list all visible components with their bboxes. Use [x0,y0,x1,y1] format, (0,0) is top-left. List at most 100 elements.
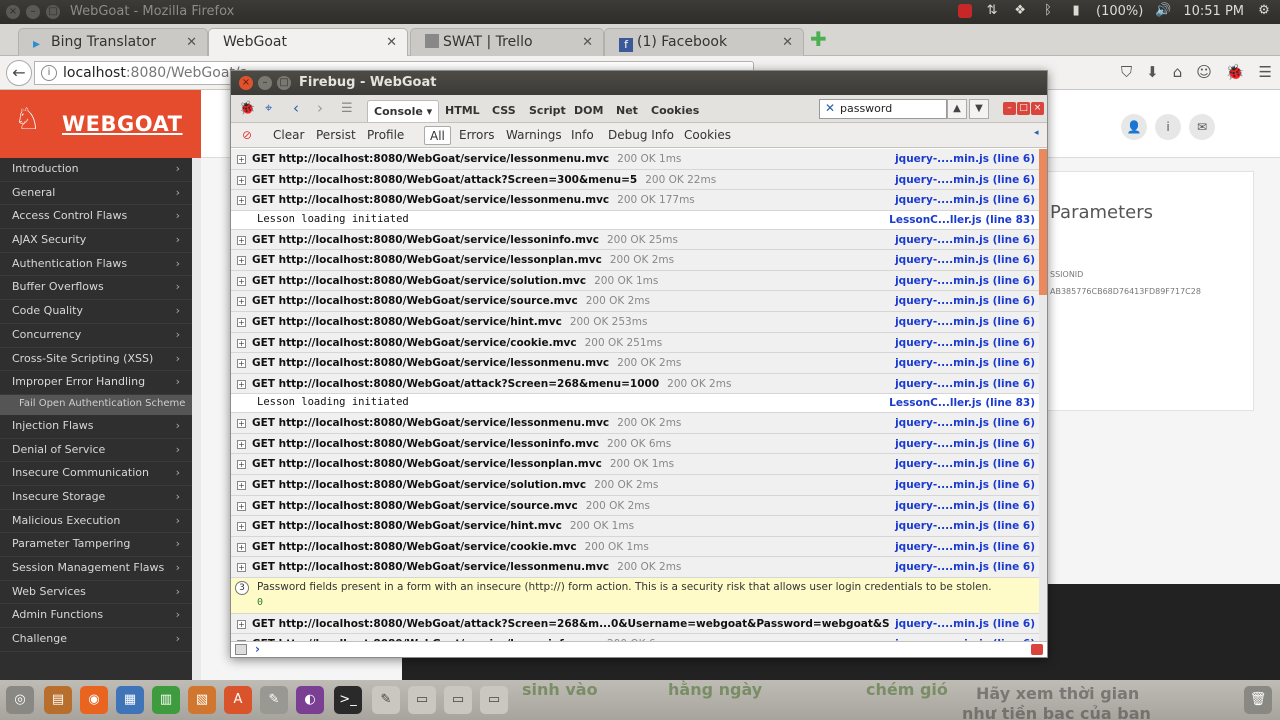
filter-clear[interactable]: Clear [268,126,309,145]
chat-icon[interactable]: ☺ [1196,63,1212,81]
expand-icon[interactable]: + [237,276,246,286]
source-link[interactable]: jquery-....min.js (line 6) [889,153,1035,165]
tab-bing-translator[interactable]: ▸ Bing Translator ✕ [18,28,208,56]
search-prev-button[interactable]: ▲ [947,99,967,119]
tab-webgoat[interactable]: WebGoat ✕ [208,28,408,56]
menu-item[interactable]: Challenge › [0,628,192,652]
scrollbar-thumb[interactable] [1039,149,1047,295]
home-icon[interactable]: ⌂ [1173,63,1183,81]
console-request-row[interactable]: + GET http://localhost:8080/WebGoat/servi… [231,149,1039,170]
console-request-row[interactable]: + GET http://localhost:8080/WebGoat/servi… [231,474,1039,496]
new-tab-icon[interactable]: ✚ [810,29,828,49]
tab-console[interactable]: Console ▾ [367,100,440,122]
command-editor-icon[interactable] [235,644,247,655]
menu-item[interactable]: Malicious Execution › [0,510,192,534]
expand-icon[interactable]: + [237,522,246,532]
expand-icon[interactable]: + [237,196,246,206]
console-message-row[interactable]: Lesson loading initiated LessonC...ller.j… [231,394,1039,414]
clear-console-icon[interactable]: ⊘ [237,126,257,145]
source-link[interactable]: jquery-....min.js (line 6) [889,520,1035,533]
close-tab-icon[interactable]: ✕ [186,35,197,50]
text-editor-icon[interactable]: ✎ [372,686,400,714]
expand-icon[interactable]: + [237,460,246,470]
expand-icon[interactable]: + [237,256,246,266]
menu-item[interactable]: Injection Flaws › [0,415,192,439]
source-link[interactable]: jquery-....min.js (line 6) [889,561,1035,574]
minimize-firebug-icon[interactable]: – [1003,102,1016,115]
drive-icon[interactable]: ▭ [444,686,472,714]
firefox-icon[interactable]: ◉ [80,686,108,714]
source-link[interactable]: jquery-....min.js (line 6) [889,357,1035,370]
menu-item[interactable]: Web Services › [0,581,192,605]
drive-icon[interactable]: ▭ [480,686,508,714]
source-link[interactable]: jquery-....min.js (line 6) [889,458,1035,471]
source-link[interactable]: jquery-....min.js (line 6) [889,194,1035,207]
expand-icon[interactable]: + [237,155,246,164]
tab-net[interactable]: Net [610,100,644,122]
console-request-row[interactable]: + GET http://localhost:8080/WebGoat/servi… [231,190,1039,211]
expand-icon[interactable]: + [237,501,246,511]
console-request-row[interactable]: + GET http://localhost:8080/WebGoat/attac… [231,373,1039,395]
source-link[interactable]: jquery-....min.js (line 6) [889,437,1035,450]
console-request-row[interactable]: + GET http://localhost:8080/WebGoat/servi… [231,270,1039,292]
software-center-icon[interactable]: A [224,686,252,714]
submenu-item-selected[interactable]: Fail Open Authentication Scheme [0,394,192,415]
source-link[interactable]: jquery-....min.js (line 6) [889,295,1035,308]
console-message-row[interactable]: Lesson loading initiated LessonC...ller.j… [231,210,1039,230]
expand-icon[interactable]: + [237,235,246,245]
minimize-icon[interactable]: – [258,76,272,90]
info-icon[interactable]: i [1155,114,1181,140]
tab-css[interactable]: CSS [486,100,522,122]
battery-icon[interactable]: ▮ [1068,3,1084,19]
user-icon[interactable]: 👤 [1121,114,1147,140]
close-tab-icon[interactable]: ✕ [582,35,593,50]
collapse-icon[interactable]: ◂ [1029,126,1044,145]
writer-icon[interactable]: ▦ [116,686,144,714]
expand-icon[interactable]: + [237,480,246,490]
tab-dom[interactable]: DOM [568,100,609,122]
dash-icon[interactable]: ◎ [6,686,34,714]
maximize-icon[interactable]: □ [46,5,60,19]
record-icon[interactable] [958,4,973,18]
source-link[interactable]: jquery-....min.js (line 6) [889,478,1035,491]
trash-icon[interactable]: 🗑 [1244,686,1272,714]
console-request-row[interactable]: + GET http://localhost:8080/WebGoat/servi… [231,454,1039,475]
expand-icon[interactable]: + [237,359,246,369]
console-request-row[interactable]: + GET http://localhost:8080/WebGoat/attac… [231,169,1039,191]
source-link[interactable]: jquery-....min.js (line 6) [889,377,1035,390]
console-warning-row[interactable]: 3 Password fields present in a form with … [231,577,1039,614]
menu-item[interactable]: Access Control Flaws › [0,205,192,230]
console-request-row[interactable]: + GET http://localhost:8080/WebGoat/servi… [231,536,1039,558]
console-request-row[interactable]: + GET http://localhost:8080/WebGoat/servi… [231,557,1039,578]
search-input[interactable]: ✕ password [819,99,947,119]
source-link[interactable]: LessonC...ller.js (line 83) [883,397,1035,410]
filter-all[interactable]: All [424,126,451,145]
filter-warnings[interactable]: Warnings [501,126,567,145]
menu-item[interactable]: Buffer Overflows › [0,276,192,301]
menu-item[interactable]: Parameter Tampering › [0,533,192,557]
console-request-row[interactable]: + GET http://localhost:8080/WebGoat/attac… [231,613,1039,635]
close-icon[interactable]: × [239,76,253,90]
menu-item[interactable]: Code Quality › [0,300,192,324]
files-icon[interactable]: ▤ [44,686,72,714]
menu-item[interactable]: Admin Functions › [0,604,192,629]
source-link[interactable]: jquery-....min.js (line 6) [889,233,1035,246]
settings-icon[interactable]: ✎ [260,686,288,714]
close-tab-icon[interactable]: ✕ [782,35,793,50]
console-request-row[interactable]: + GET http://localhost:8080/WebGoat/servi… [231,311,1039,333]
clock[interactable]: 10:51 PM [1183,4,1244,19]
minimize-icon[interactable]: – [26,5,40,19]
dropbox-icon[interactable]: ❖ [1012,3,1028,19]
maximize-icon[interactable]: □ [277,76,291,90]
console-request-row[interactable]: + GET http://localhost:8080/WebGoat/servi… [231,413,1039,434]
command-line[interactable]: › [231,641,1047,657]
menu-item[interactable]: Session Management Flaws › [0,557,192,581]
filter-profile[interactable]: Profile [362,126,409,145]
expand-icon[interactable]: + [237,338,246,348]
back-icon[interactable]: ‹ [293,99,299,117]
tab-html[interactable]: HTML [439,100,486,122]
expand-icon[interactable]: + [237,419,246,429]
close-tab-icon[interactable]: ✕ [386,35,397,50]
inspect-icon[interactable]: ⌖ [265,101,272,116]
menu-item[interactable]: AJAX Security › [0,229,192,253]
